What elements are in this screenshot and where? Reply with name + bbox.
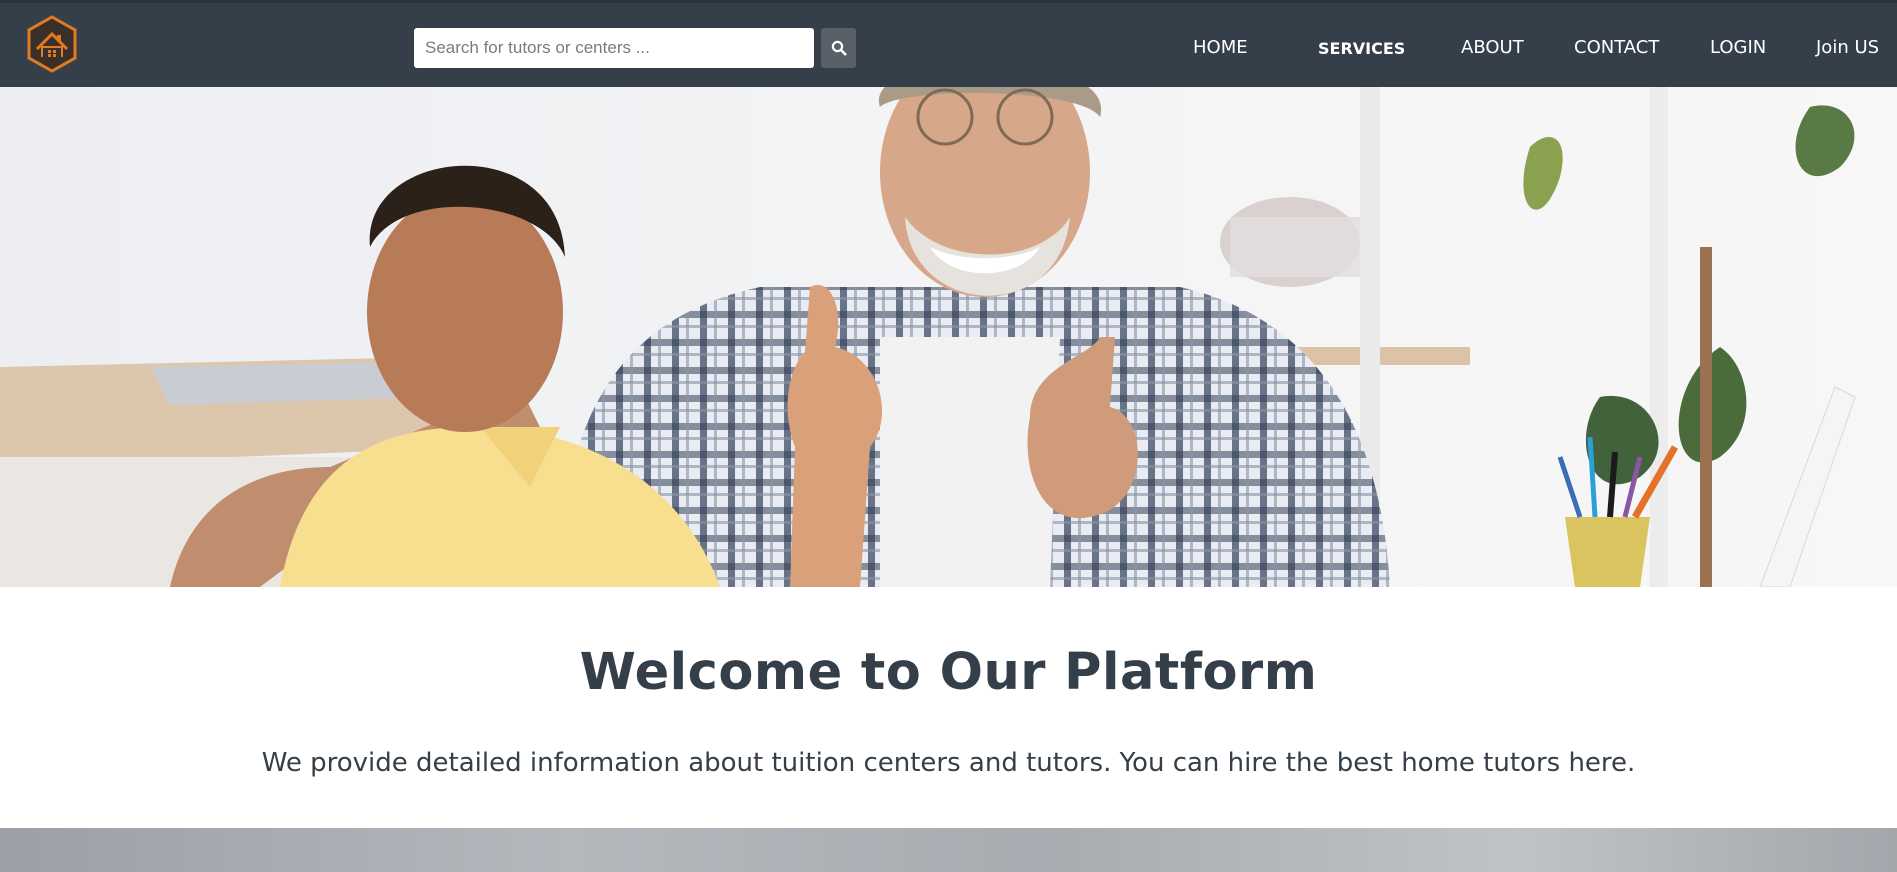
search-input[interactable] bbox=[414, 28, 814, 68]
welcome-description: We provide detailed information about tu… bbox=[261, 748, 1636, 778]
logo-icon[interactable] bbox=[26, 15, 78, 73]
search-button[interactable] bbox=[821, 28, 856, 68]
top-navbar: HOME SERVICES ABOUT CONTACT LOGIN Join U… bbox=[0, 0, 1897, 87]
next-section-banner bbox=[0, 828, 1897, 872]
nav-about[interactable]: ABOUT bbox=[1461, 37, 1524, 59]
search-icon bbox=[831, 40, 846, 56]
welcome-title: Welcome to Our Platform bbox=[579, 643, 1318, 702]
hero-image bbox=[0, 87, 1897, 587]
nav-join-us[interactable]: Join US bbox=[1816, 37, 1879, 59]
nav-home[interactable]: HOME bbox=[1193, 37, 1248, 59]
search-bar bbox=[414, 28, 856, 68]
nav-contact[interactable]: CONTACT bbox=[1574, 37, 1659, 59]
nav-services[interactable]: SERVICES bbox=[1318, 38, 1405, 60]
nav-login[interactable]: LOGIN bbox=[1710, 37, 1766, 59]
